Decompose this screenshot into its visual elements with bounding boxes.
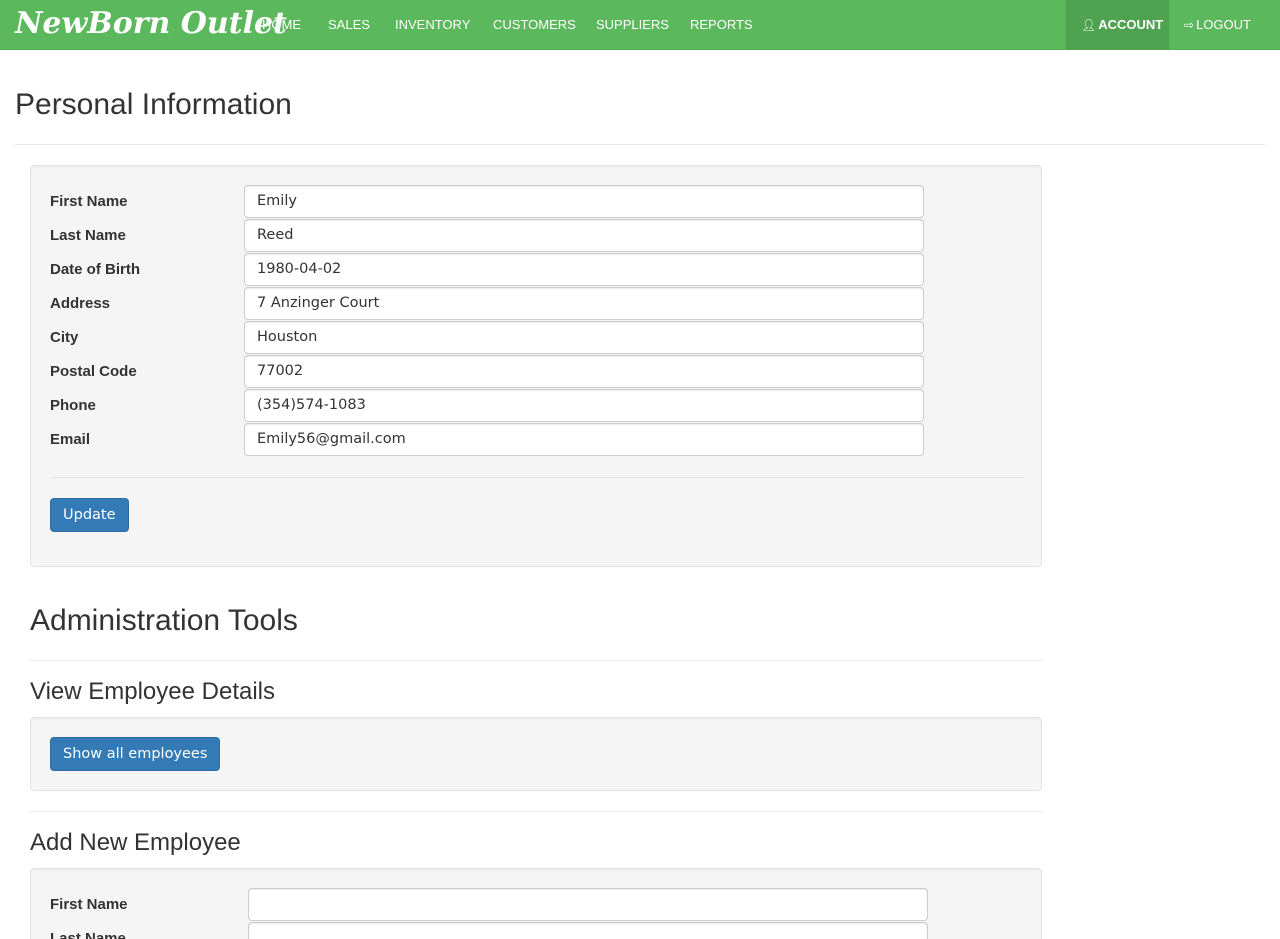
- add-employee-title: Add New Employee: [30, 829, 241, 856]
- form-divider: [50, 477, 1024, 478]
- divider: [30, 660, 1042, 661]
- personal-info-panel: First Name Emily Last Name Reed Date of …: [30, 165, 1042, 567]
- nav-account[interactable]: 👤︎ ACCOUNT: [1066, 0, 1169, 50]
- city-input[interactable]: Houston: [244, 321, 924, 354]
- view-employee-panel: Show all employees: [30, 717, 1042, 791]
- nav-logout[interactable]: ⇨ LOGOUT: [1184, 0, 1251, 50]
- new-last-name-label: Last Name: [50, 930, 126, 939]
- divider: [30, 811, 1042, 812]
- nav-suppliers[interactable]: SUPPLIERS: [596, 0, 669, 50]
- first-name-label: First Name: [50, 193, 128, 210]
- nav-sales[interactable]: SALES: [328, 0, 370, 50]
- email-label: Email: [50, 431, 91, 448]
- new-last-name-input[interactable]: [248, 922, 928, 939]
- last-name-input[interactable]: Reed: [244, 219, 924, 252]
- nav-reports[interactable]: REPORTS: [690, 0, 753, 50]
- new-first-name-label: First Name: [50, 896, 128, 913]
- phone-label: Phone: [50, 397, 96, 414]
- brand-logo[interactable]: NewBorn Outlet: [15, 2, 287, 48]
- admin-tools-title: Administration Tools: [30, 604, 298, 637]
- top-navbar: NewBorn Outlet HOME SALES INVENTORY CUST…: [0, 0, 1280, 50]
- nav-home[interactable]: HOME: [262, 0, 301, 50]
- nav-account-label: ACCOUNT: [1098, 17, 1164, 32]
- divider: [15, 144, 1265, 145]
- show-all-employees-button[interactable]: Show all employees: [50, 737, 221, 771]
- first-name-input[interactable]: Emily: [244, 185, 924, 218]
- logout-icon: ⇨: [1184, 18, 1195, 32]
- phone-input[interactable]: (354)574-1083: [244, 389, 924, 422]
- new-first-name-input[interactable]: [248, 888, 928, 921]
- page-title: Personal Information: [15, 88, 292, 121]
- email-input[interactable]: Emily56@gmail.com: [244, 423, 924, 456]
- address-label: Address: [50, 295, 111, 312]
- nav-inventory[interactable]: INVENTORY: [395, 0, 470, 50]
- last-name-label: Last Name: [50, 227, 126, 244]
- user-icon: 👤︎: [1081, 18, 1097, 32]
- view-employee-title: View Employee Details: [30, 678, 276, 705]
- city-label: City: [50, 329, 79, 346]
- nav-logout-label: LOGOUT: [1196, 17, 1251, 32]
- dob-label: Date of Birth: [50, 261, 140, 278]
- postal-code-input[interactable]: 77002: [244, 355, 924, 388]
- nav-customers[interactable]: CUSTOMERS: [493, 0, 576, 50]
- update-button[interactable]: Update: [50, 498, 129, 532]
- add-employee-panel: First Name Last Name: [30, 868, 1042, 939]
- address-input[interactable]: 7 Anzinger Court: [244, 287, 924, 320]
- dob-input[interactable]: 1980-04-02: [244, 253, 924, 286]
- postal-code-label: Postal Code: [50, 363, 137, 380]
